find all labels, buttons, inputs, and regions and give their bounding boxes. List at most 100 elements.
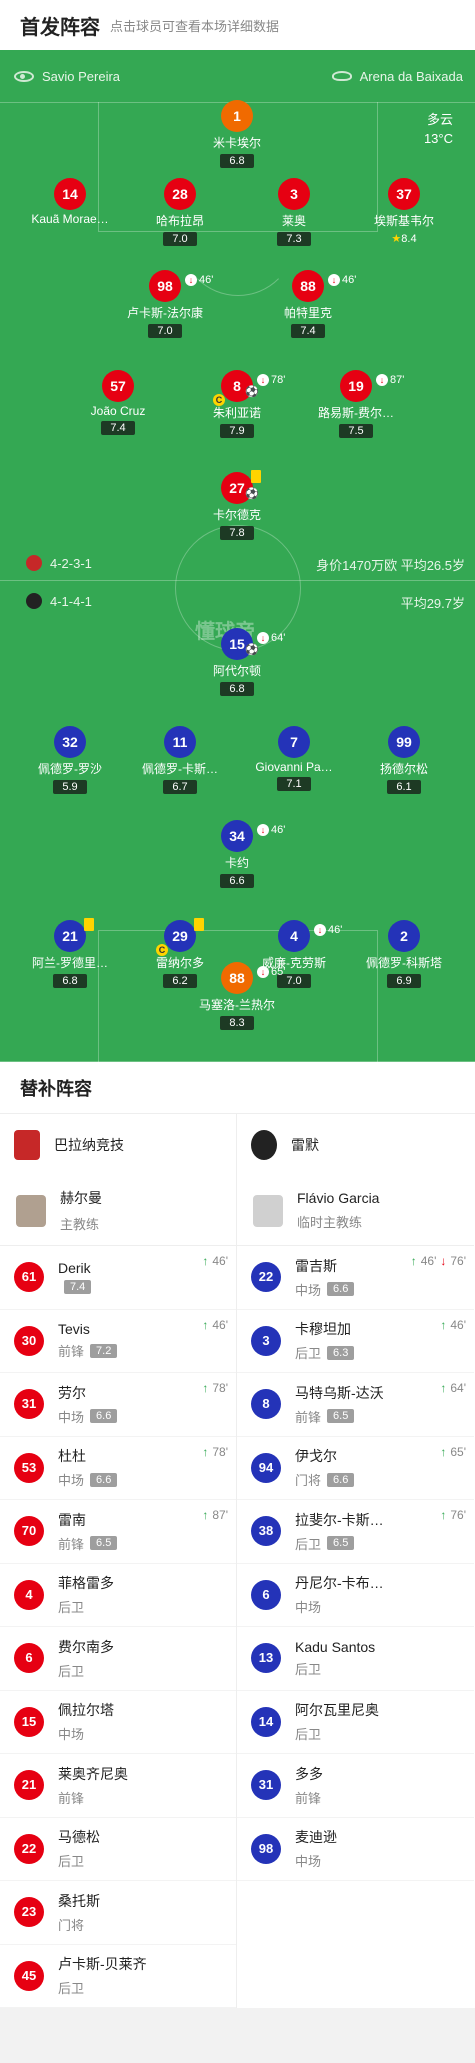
away-player[interactable]: 15 ⚽ ↓ 64' 阿代尔顿 6.8 <box>182 628 292 697</box>
sub-in-icon: ↑ <box>202 1317 209 1332</box>
sub-player-row[interactable]: 14 阿尔瓦里尼奥 后卫 <box>237 1691 474 1754</box>
sub-player-row[interactable]: 31 多多 前锋 <box>237 1754 474 1818</box>
home-player[interactable]: 1 米卡埃尔 6.8 <box>182 100 292 169</box>
sub-player-row[interactable]: 21 莱奥齐尼奥 前锋 <box>0 1754 236 1818</box>
sub-out-icon: ↓ <box>440 1254 447 1268</box>
player-rating: 7.0 <box>148 324 182 338</box>
away-coach-row[interactable]: Flávio Garcia 临时主教练 <box>237 1176 474 1246</box>
player-number: 4 <box>278 920 310 952</box>
sub-player-row[interactable]: 98 麦迪逊 中场 <box>237 1818 474 1881</box>
player-position: 后卫 <box>58 1600 85 1616</box>
player-name: 阿兰-罗德里… <box>32 956 108 970</box>
sub-player-row[interactable]: 23 桑托斯 门将 <box>0 1881 236 1945</box>
sub-player-row[interactable]: 70 雷南 前锋 6.5 ↑ 87' <box>0 1500 236 1564</box>
home-team-row[interactable]: 巴拉纳竞技 <box>0 1114 236 1176</box>
player-number-wrap: 15 ⚽ <box>221 628 259 660</box>
player-position: 门将 <box>58 1917 85 1933</box>
away-player[interactable]: 34 ↓ 46' 卡约 6.6 <box>182 820 292 889</box>
player-name: 佩拉尔塔 <box>58 1702 114 1719</box>
home-player[interactable]: 37 埃斯基韦尔 ★8.4 <box>349 178 459 247</box>
sub-player-row[interactable]: 8 马特乌斯-达沃 前锋 6.5 ↑ 64' <box>237 1373 474 1437</box>
away-player[interactable]: 99 扬德尔松 6.1 <box>349 726 459 795</box>
away-player[interactable]: 21 阿兰-罗德里… 6.8 <box>15 918 125 989</box>
home-player[interactable]: 57 João Cruz 7.4 <box>63 370 173 436</box>
home-player[interactable]: 19 ↓ 87' 路易斯-费尔… 7.5 <box>301 370 411 439</box>
sub-in-time: 78' <box>212 1444 228 1459</box>
player-rating: 7.5 <box>339 424 373 438</box>
player-number: 34 <box>221 820 253 852</box>
away-player[interactable]: 2 佩德罗-科斯塔 6.9 <box>349 920 459 989</box>
player-position: 前锋 <box>58 1536 85 1552</box>
home-player[interactable]: 27 ⚽ 卡尔德克 7.8 <box>182 470 292 541</box>
away-player[interactable]: 32 佩德罗-罗沙 5.9 <box>15 726 125 795</box>
home-formation-text: 4-2-3-1 <box>50 555 92 571</box>
sub-off-badge: ↓ 78' <box>257 374 285 386</box>
sub-player-row[interactable]: 4 菲格雷多 后卫 <box>0 1564 236 1627</box>
sub-player-row[interactable]: 38 拉斐尔-卡斯… 后卫 6.5 ↑ 76' <box>237 1500 474 1564</box>
player-position: 后卫 <box>58 1663 85 1679</box>
player-number: 13 <box>251 1643 281 1674</box>
player-number: 57 <box>102 370 134 402</box>
player-number: 53 <box>14 1452 44 1483</box>
player-rating: 7.1 <box>277 777 311 791</box>
captain-icon: C <box>156 944 168 956</box>
player-number: 6 <box>14 1643 44 1674</box>
player-name: João Cruz <box>90 404 146 418</box>
player-position: 中场 <box>58 1409 85 1425</box>
player-name: 劳尔 <box>58 1384 86 1401</box>
home-crest-icon <box>26 555 42 571</box>
home-coach-row[interactable]: 赫尔曼 主教练 <box>0 1176 236 1246</box>
home-player[interactable]: 14 Kauã Morae… <box>15 178 125 226</box>
player-name: 扬德尔松 <box>379 762 428 776</box>
player-number: 1 <box>221 100 253 132</box>
sub-in-time: 76' <box>450 1508 466 1522</box>
away-team-name: 雷默 <box>291 1137 319 1153</box>
sub-time: 64' <box>271 632 286 644</box>
sub-off-icon: ↓ <box>257 966 269 978</box>
sub-player-row[interactable]: 13 Kadu Santos 后卫 <box>237 1627 474 1691</box>
home-player[interactable]: 88 ↓ 46' 帕特里克 7.4 <box>253 270 363 339</box>
sub-in-icon: ↑ <box>202 1254 209 1268</box>
sub-player-row[interactable]: 6 丹尼尔-卡布… 中场 <box>237 1564 474 1627</box>
player-name: 卡尔德克 <box>212 508 261 522</box>
away-team-row[interactable]: 雷默 <box>237 1114 474 1176</box>
home-player[interactable]: 3 莱奥 7.3 <box>239 178 349 247</box>
player-position: 中场 <box>295 1282 322 1298</box>
home-player[interactable]: 8 C ⚽ ↓ 78' 朱利亚诺 7.9 <box>182 370 292 439</box>
sub-player-row[interactable]: 22 马德松 后卫 <box>0 1818 236 1881</box>
sub-in-time: 78' <box>212 1381 228 1395</box>
away-formation: 4-1-4-1 <box>26 593 92 609</box>
sub-in-icon: ↑ <box>440 1317 447 1332</box>
sub-player-row[interactable]: 3 卡穆坦加 后卫 6.3 ↑ 46' <box>237 1310 474 1373</box>
sub-player-row[interactable]: 22 雷吉斯 中场 6.6 ↑ 46' ↓ 76' <box>237 1246 474 1310</box>
sub-player-row[interactable]: 94 伊戈尔 门将 6.6 ↑ 65' <box>237 1437 474 1500</box>
player-rating: 7.3 <box>277 232 311 246</box>
sub-player-row[interactable]: 61 Derik 7.4 ↑ 46' <box>0 1246 236 1310</box>
lineup-header: 首发阵容 点击球员可查看本场详细数据 <box>0 0 475 50</box>
player-position: 中场 <box>58 1727 85 1743</box>
sub-player-row[interactable]: 31 劳尔 中场 6.6 ↑ 78' <box>0 1373 236 1437</box>
sub-in-time: 65' <box>450 1444 466 1459</box>
player-number: 98 <box>149 270 181 302</box>
player-name: 伊戈尔 <box>295 1448 337 1465</box>
sub-player-row[interactable]: 45 卢卡斯-贝莱齐 后卫 <box>0 1945 236 2008</box>
home-player[interactable]: 28 哈布拉昂 7.0 <box>125 178 235 247</box>
temperature-text: 13°C <box>423 131 453 146</box>
home-player[interactable]: 98 ↓ 46' 卢卡斯-法尔康 7.0 <box>110 270 220 339</box>
away-player[interactable]: 11 佩德罗-卡斯… 6.7 <box>125 726 235 795</box>
player-rating: 5.9 <box>53 780 87 794</box>
away-player[interactable]: 7 Giovanni Pa… 7.1 <box>239 726 349 792</box>
sub-player-row[interactable]: 15 佩拉尔塔 中场 <box>0 1691 236 1754</box>
player-number: 45 <box>14 1960 44 1991</box>
sub-player-row[interactable]: 30 Tevis 前锋 7.2 ↑ 46' <box>0 1310 236 1373</box>
sub-in-icon: ↑ <box>410 1254 417 1268</box>
home-value: 身价1470万欧 平均26.5岁 <box>316 558 465 573</box>
away-crest-icon <box>26 593 42 609</box>
away-player[interactable]: 88 ↓ 65' 马塞洛-兰热尔 8.3 <box>182 962 292 1031</box>
sub-player-row[interactable]: 53 杜杜 中场 6.6 ↑ 78' <box>0 1437 236 1500</box>
subs-title: 替补阵容 <box>0 1062 475 1114</box>
home-formation: 4-2-3-1 <box>26 555 92 571</box>
sub-time-badge: ↑ 76' <box>440 1508 466 1522</box>
sub-player-row[interactable]: 6 费尔南多 后卫 <box>0 1627 236 1691</box>
player-position: 中场 <box>295 1854 322 1870</box>
